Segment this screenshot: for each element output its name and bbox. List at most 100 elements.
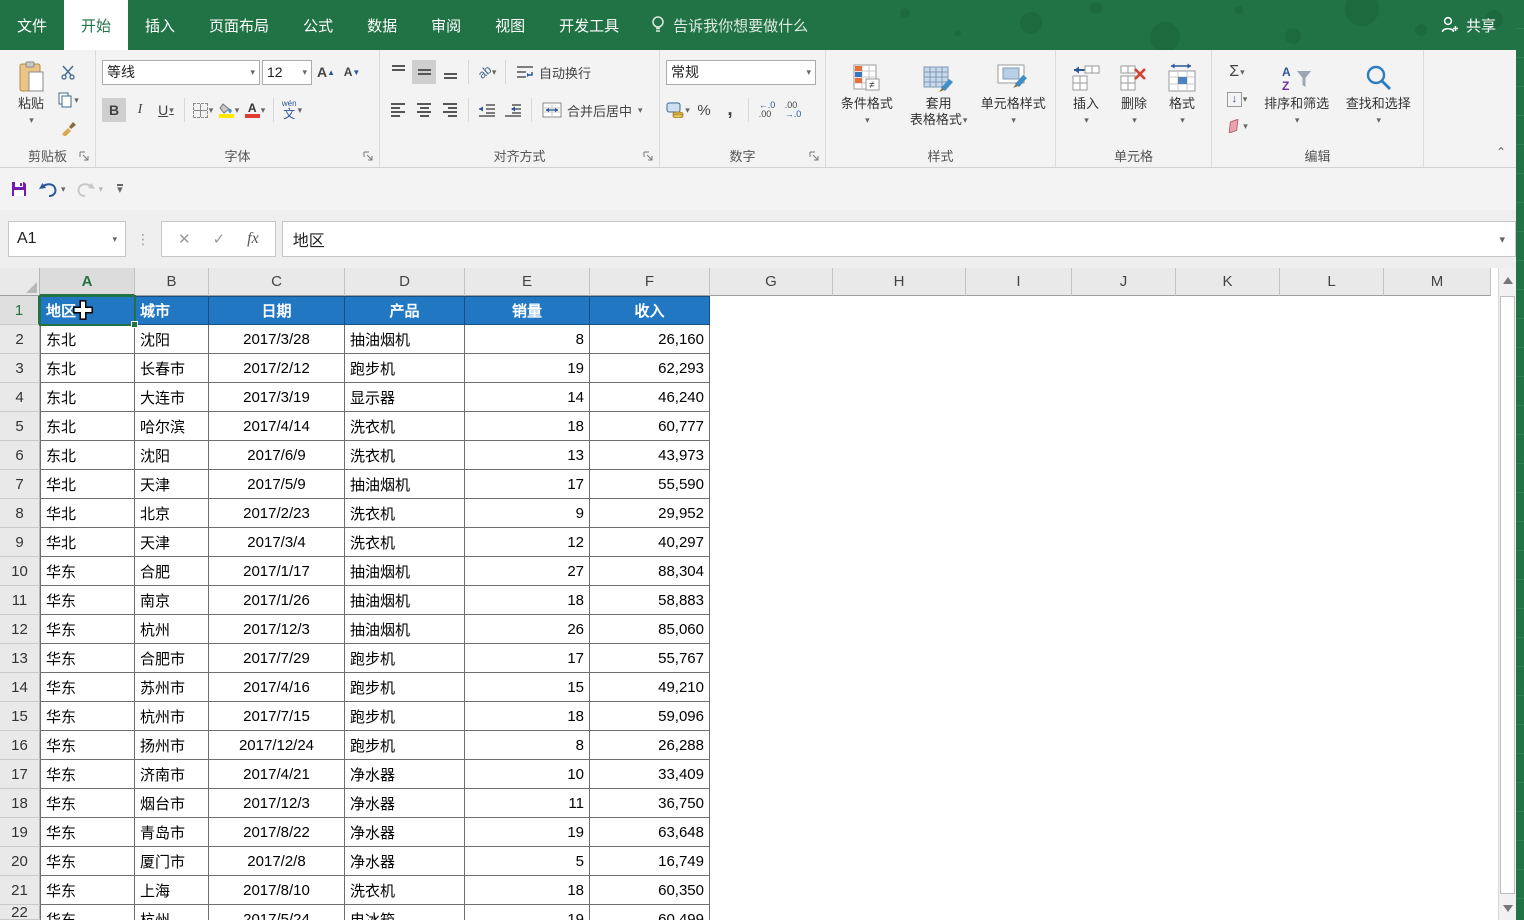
cell-B17[interactable]: 济南市 [135,760,209,789]
decrease-decimal-button[interactable]: .00 →.0 [781,98,805,122]
save-button[interactable] [10,180,28,198]
cell-E16[interactable]: 8 [465,731,590,760]
cell-D4[interactable]: 显示器 [345,383,465,412]
name-box[interactable]: A1 ▾ [8,221,126,257]
insert-function-button[interactable]: fx [247,230,259,248]
cell-A10[interactable]: 华东 [40,557,135,586]
cell-C1[interactable]: 日期 [209,296,345,325]
cell-F2[interactable]: 26,160 [590,325,710,354]
cell-F21[interactable]: 60,350 [590,876,710,905]
cell-D7[interactable]: 抽油烟机 [345,470,465,499]
cell-B1[interactable]: 城市 [135,296,209,325]
cell-B10[interactable]: 合肥 [135,557,209,586]
cell-E12[interactable]: 26 [465,615,590,644]
cell-F4[interactable]: 46,240 [590,383,710,412]
cell-E20[interactable]: 5 [465,847,590,876]
cell-D2[interactable]: 抽油烟机 [345,325,465,354]
cell-A3[interactable]: 东北 [40,354,135,383]
cell-C7[interactable]: 2017/5/9 [209,470,345,499]
cell-D5[interactable]: 洗衣机 [345,412,465,441]
increase-font-button[interactable]: A▲ [314,60,338,84]
cell-B19[interactable]: 青岛市 [135,818,209,847]
row-header-20[interactable]: 20 [0,847,40,876]
row-header-6[interactable]: 6 [0,441,40,470]
cell-B4[interactable]: 大连市 [135,383,209,412]
cell-C14[interactable]: 2017/4/16 [209,673,345,702]
sort-filter-button[interactable]: A Z 排序和筛选 ▾ [1256,56,1338,146]
cell-F11[interactable]: 58,883 [590,586,710,615]
conditional-formatting-button[interactable]: ≠ 条件格式 ▾ [832,56,902,146]
row-header-15[interactable]: 15 [0,702,40,731]
cell-C2[interactable]: 2017/3/28 [209,325,345,354]
format-painter-button[interactable] [56,116,80,140]
cell-C18[interactable]: 2017/12/3 [209,789,345,818]
tab-6[interactable]: 审阅 [414,0,478,50]
cell-F5[interactable]: 60,777 [590,412,710,441]
cell-D6[interactable]: 洗衣机 [345,441,465,470]
cell-B21[interactable]: 上海 [135,876,209,905]
align-right-button[interactable] [438,98,462,122]
cell-C15[interactable]: 2017/7/15 [209,702,345,731]
cell-C6[interactable]: 2017/6/9 [209,441,345,470]
comma-button[interactable]: , [718,98,742,122]
autosum-button[interactable]: Σ▾ [1218,60,1256,84]
cell-E14[interactable]: 15 [465,673,590,702]
cell-F8[interactable]: 29,952 [590,499,710,528]
cell-C17[interactable]: 2017/4/21 [209,760,345,789]
underline-button[interactable]: U▾ [154,98,178,122]
tab-file[interactable]: 文件 [0,0,64,50]
accounting-format-button[interactable]: ▾ [666,98,690,122]
expand-formula-bar-icon[interactable]: ▾ [1499,233,1505,246]
cell-styles-button[interactable]: 单元格样式 ▾ [975,56,1051,146]
cell-A9[interactable]: 华北 [40,528,135,557]
number-format-select[interactable]: 常规 ▾ [666,60,816,85]
cell-A16[interactable]: 华东 [40,731,135,760]
cell-D10[interactable]: 抽油烟机 [345,557,465,586]
cell-A22[interactable]: 华东 [40,905,135,920]
share-button[interactable]: 共享 [1440,0,1496,50]
cell-B13[interactable]: 合肥市 [135,644,209,673]
find-select-button[interactable]: 查找和选择 ▾ [1337,56,1419,146]
percent-button[interactable]: % [692,98,716,122]
delete-cells-button[interactable]: 删除 ▾ [1110,56,1158,146]
cancel-button[interactable]: ✕ [178,230,191,248]
row-header-11[interactable]: 11 [0,586,40,615]
cell-E19[interactable]: 19 [465,818,590,847]
column-header-M[interactable]: M [1384,268,1491,296]
tab-2[interactable]: 插入 [128,0,192,50]
scroll-up-button[interactable] [1499,268,1517,292]
increase-indent-button[interactable] [501,98,525,122]
cell-D9[interactable]: 洗衣机 [345,528,465,557]
row-header-3[interactable]: 3 [0,354,40,383]
cell-C12[interactable]: 2017/12/3 [209,615,345,644]
cell-E10[interactable]: 27 [465,557,590,586]
cell-F7[interactable]: 55,590 [590,470,710,499]
tab-1[interactable]: 开始 [64,0,128,50]
cell-F13[interactable]: 55,767 [590,644,710,673]
fill-color-button[interactable]: ▾ [217,98,241,122]
align-top-button[interactable] [386,60,410,84]
column-header-L[interactable]: L [1280,268,1384,296]
align-left-button[interactable] [386,98,410,122]
cell-A19[interactable]: 华东 [40,818,135,847]
cut-button[interactable] [56,60,80,84]
cell-C11[interactable]: 2017/1/26 [209,586,345,615]
row-header-10[interactable]: 10 [0,557,40,586]
cell-D17[interactable]: 净水器 [345,760,465,789]
cell-B11[interactable]: 南京 [135,586,209,615]
cell-B3[interactable]: 长春市 [135,354,209,383]
cell-C9[interactable]: 2017/3/4 [209,528,345,557]
row-header-9[interactable]: 9 [0,528,40,557]
cell-D20[interactable]: 净水器 [345,847,465,876]
scrollbar-thumb[interactable] [1500,296,1515,894]
borders-button[interactable]: ▾ [191,98,215,122]
cell-E13[interactable]: 17 [465,644,590,673]
cell-D19[interactable]: 净水器 [345,818,465,847]
row-header-12[interactable]: 12 [0,615,40,644]
cell-F22[interactable]: 60,499 [590,905,710,920]
collapse-ribbon-button[interactable]: ⌃ [1496,145,1506,159]
row-header-22[interactable]: 22 [0,905,40,920]
cell-E1[interactable]: 销量 [465,296,590,325]
column-header-E[interactable]: E [465,268,590,296]
cell-A8[interactable]: 华北 [40,499,135,528]
